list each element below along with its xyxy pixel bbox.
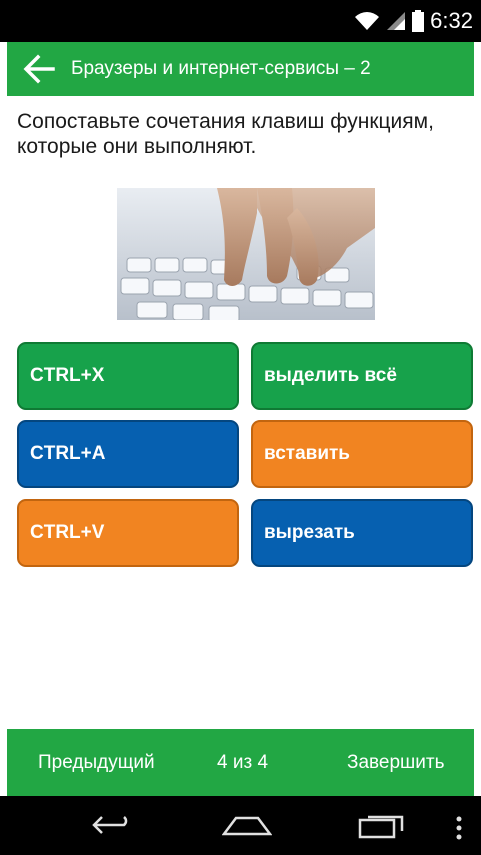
back-nav-icon (92, 816, 128, 834)
tile-right-3[interactable]: вырезать (251, 499, 473, 567)
tile-left-3-label: CTRL+V (30, 522, 105, 543)
bottom-bar: Предыдущий 4 из 4 Завершить (7, 729, 474, 796)
menu-dots-icon (456, 816, 462, 840)
nav-menu-button[interactable] (455, 816, 463, 845)
tile-right-2[interactable]: вставить (251, 420, 473, 488)
question-content: Сопоставьте сочетания клавиш функциям, к… (7, 96, 474, 729)
home-nav-icon (221, 816, 273, 836)
finish-button[interactable]: Завершить (347, 752, 445, 774)
signal-icon (387, 12, 406, 30)
tile-left-1[interactable]: CTRL+X (17, 342, 239, 410)
status-bar: 6:32 (0, 0, 481, 42)
page-title: Браузеры и интернет-сервисы – 2 (71, 58, 371, 79)
nav-back-button[interactable] (90, 813, 136, 844)
nav-home-button[interactable] (221, 814, 273, 843)
progress-counter: 4 из 4 (217, 752, 269, 773)
nav-recents-button[interactable] (358, 811, 406, 844)
back-button[interactable] (23, 54, 55, 84)
previous-button[interactable]: Предыдущий (38, 752, 155, 774)
tile-right-3-label: вырезать (264, 522, 355, 543)
recents-nav-icon (358, 815, 404, 839)
arrow-left-icon (23, 54, 55, 84)
keyboard-photo (117, 188, 375, 320)
wifi-icon (355, 12, 380, 30)
tile-left-2[interactable]: CTRL+A (17, 420, 239, 488)
tile-left-3[interactable]: CTRL+V (17, 499, 239, 567)
app-bar: Браузеры и интернет-сервисы – 2 (7, 42, 474, 96)
keyboard-illustration (117, 188, 375, 320)
status-time: 6:32 (430, 8, 473, 33)
tile-right-1-label: выделить всё (264, 365, 397, 386)
status-icons: 6:32 (354, 8, 473, 34)
battery-icon (412, 10, 425, 32)
nav-bar (0, 796, 481, 855)
tile-left-2-label: CTRL+A (30, 443, 106, 464)
tile-right-1[interactable]: выделить всё (251, 342, 473, 410)
tile-right-2-label: вставить (264, 443, 350, 464)
tile-left-1-label: CTRL+X (30, 365, 105, 386)
question-text: Сопоставьте сочетания клавиш функциям, к… (17, 110, 434, 158)
